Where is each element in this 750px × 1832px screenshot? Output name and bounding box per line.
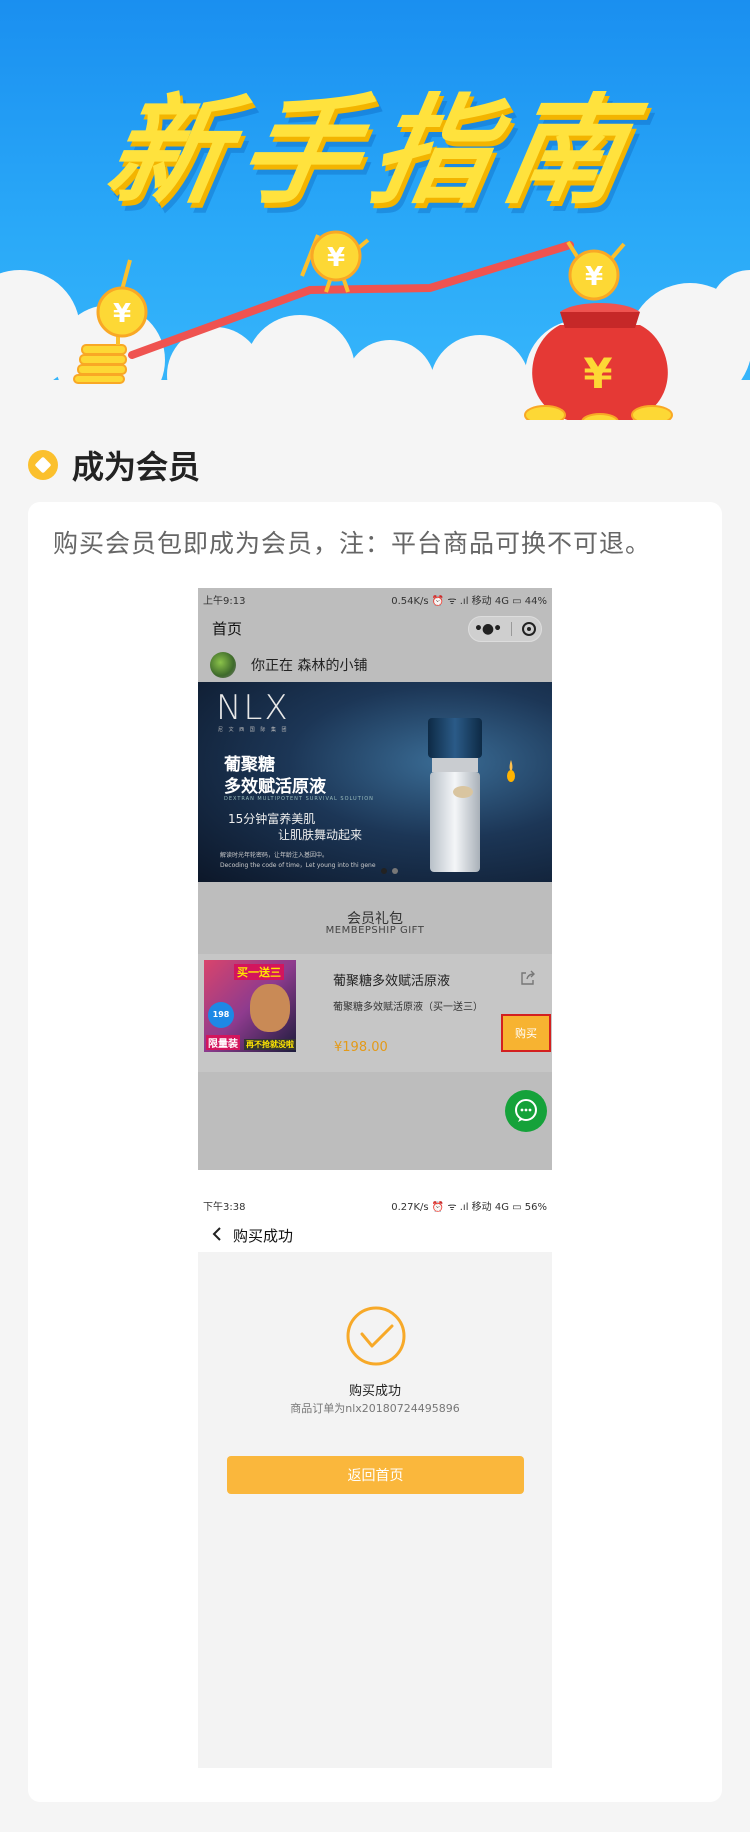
success-title: 购买成功	[348, 1384, 401, 1399]
svg-text:¥: ¥	[583, 349, 612, 398]
coin-stack-icon	[73, 344, 127, 384]
shop-name: 你正在 森林的小铺	[251, 658, 368, 674]
return-home-button[interactable]: 返回首页	[227, 1456, 524, 1494]
promo-banner[interactable]: NLX 尼 文 西 国 际 集 团 葡聚糖 多效赋活原液 DEXTRAN MUL…	[198, 682, 552, 882]
share-icon[interactable]	[520, 970, 536, 986]
hurry-label: 再不抢就没啦	[244, 1039, 296, 1050]
page-title: 首页	[212, 620, 243, 638]
product-description: 葡聚糖多效赋活原液（买一送三）	[333, 1002, 483, 1013]
status-icons: 0.27K/s ⏰ ᯤ .ıl 移动 4G ▭ 56%	[391, 1201, 547, 1213]
serum-bottle-image	[428, 718, 515, 872]
product-model-image	[250, 984, 290, 1032]
hero-banner: ¥ ¥ ¥ ¥ 新手指南	[0, 0, 750, 420]
more-icon[interactable]: •●•	[474, 621, 502, 637]
mini-program-capsule[interactable]: •●•	[468, 616, 542, 642]
chat-bubble-icon	[515, 1099, 537, 1122]
nav-bar: 首页 •●•	[198, 610, 552, 646]
capsule-divider	[511, 622, 513, 636]
product-item[interactable]: 买一送三 198 限量装 再不抢就没啦 葡聚糖多效赋活原液 葡聚糖多效赋活原液（…	[198, 954, 552, 1072]
coin-character-icon: ¥	[300, 230, 370, 293]
product-tag: 买一送三	[234, 964, 284, 980]
screenshot-home: 上午9:13 0.54K/s ⏰ ᯤ .ıl 移动 4G ▭ 44% 首页 •●…	[198, 588, 552, 1170]
card-description: 购买会员包即成为会员，注：平台商品可换不可退。	[53, 529, 652, 558]
carousel-dots[interactable]	[381, 868, 398, 874]
section-header: 成为会员	[28, 441, 200, 489]
gift-subtitle: MEMBEPSHIP GIFT	[325, 925, 425, 936]
order-number: 商品订单为nlx20180724495896	[290, 1402, 460, 1415]
coin-character-icon: ¥	[566, 240, 626, 301]
close-target-icon[interactable]	[522, 622, 536, 636]
status-bar: 下午3:38 0.27K/s ⏰ ᯤ .ıl 移动 4G ▭ 56%	[198, 1194, 552, 1216]
nav-bar: 购买成功	[198, 1216, 552, 1252]
svg-text:¥: ¥	[327, 243, 345, 273]
limited-label: 限量装	[206, 1035, 240, 1050]
page-title: 购买成功	[233, 1227, 294, 1245]
back-arrow-icon[interactable]	[210, 1226, 224, 1242]
product-name: 葡聚糖多效赋活原液	[333, 974, 451, 989]
status-time: 上午9:13	[203, 595, 246, 607]
hero-title: 新手指南	[96, 82, 650, 220]
avatar	[210, 652, 236, 678]
section-title: 成为会员	[72, 448, 201, 486]
product-image[interactable]: 买一送三 198 限量装 再不抢就没啦	[204, 960, 296, 1052]
chat-button[interactable]	[505, 1090, 547, 1132]
price-badge: 198	[208, 1002, 234, 1028]
status-icons: 0.54K/s ⏰ ᯤ .ıl 移动 4G ▭ 44%	[391, 595, 547, 607]
product-price: ¥198.00	[334, 1040, 388, 1055]
diamond-bullet-icon	[28, 450, 58, 480]
svg-text:¥: ¥	[113, 299, 131, 329]
buy-button[interactable]: 购买	[501, 1014, 551, 1052]
status-bar: 上午9:13 0.54K/s ⏰ ᯤ .ıl 移动 4G ▭ 44%	[198, 588, 552, 610]
success-check-icon	[346, 1306, 406, 1366]
screenshot-purchase-success: 下午3:38 0.27K/s ⏰ ᯤ .ıl 移动 4G ▭ 56% 购买成功 …	[198, 1194, 552, 1768]
status-time: 下午3:38	[203, 1201, 246, 1213]
svg-text:¥: ¥	[585, 262, 603, 292]
shop-bar[interactable]: 你正在 森林的小铺	[198, 646, 552, 682]
